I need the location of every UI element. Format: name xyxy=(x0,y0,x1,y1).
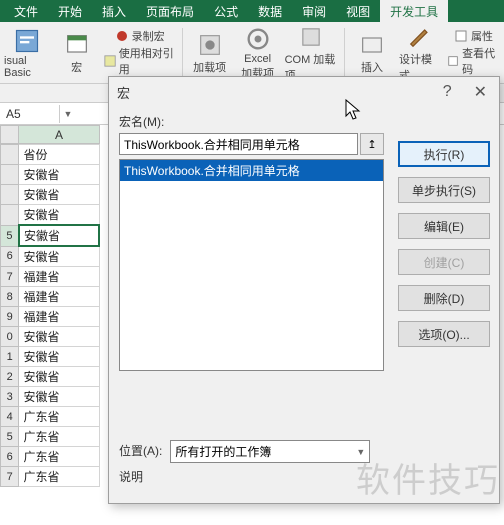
excel-addins-icon xyxy=(244,25,272,53)
macro-listbox[interactable]: ThisWorkbook.合并相同用单元格 xyxy=(119,159,384,371)
properties-button[interactable]: 属性 xyxy=(447,28,500,44)
visual-basic-label: isual Basic xyxy=(4,55,50,79)
location-select[interactable]: 所有打开的工作簿 ▼ xyxy=(170,440,370,463)
cell[interactable]: 安徽省 xyxy=(19,225,99,246)
design-mode-button[interactable]: 设计模式 xyxy=(399,23,441,83)
cell[interactable]: 安徽省 xyxy=(19,165,99,185)
macro-name-input[interactable] xyxy=(119,133,358,155)
cell[interactable]: 安徽省 xyxy=(19,205,99,226)
column-header-a[interactable]: A xyxy=(19,126,100,144)
row-header[interactable]: 7 xyxy=(1,467,19,487)
cell[interactable]: 省份 xyxy=(19,145,99,165)
row-header[interactable] xyxy=(1,165,19,185)
name-box-dropdown[interactable]: ▼ xyxy=(60,109,76,119)
excel-addins-button[interactable]: Excel 加载项 xyxy=(237,25,279,81)
row-header[interactable]: 1 xyxy=(1,347,19,367)
insert-control-button[interactable]: 插入 xyxy=(351,31,393,75)
row-header[interactable]: 0 xyxy=(1,327,19,347)
name-box[interactable]: A5 xyxy=(0,105,60,123)
cell[interactable]: 福建省 xyxy=(19,267,99,287)
row-header[interactable]: 9 xyxy=(1,307,19,327)
use-relative-ref-button[interactable]: 使用相对引用 xyxy=(104,45,176,77)
ribbon-tabs: 文件 开始 插入 页面布局 公式 数据 审阅 视图 开发工具 xyxy=(0,0,504,22)
insert-control-icon xyxy=(358,31,386,59)
description-label: 说明 xyxy=(119,468,143,485)
row-header[interactable]: 6 xyxy=(1,246,19,267)
separator xyxy=(182,28,183,78)
cell[interactable]: 广东省 xyxy=(19,407,99,427)
tab-formula[interactable]: 公式 xyxy=(204,0,248,23)
macro-label: 宏 xyxy=(71,59,82,75)
cell[interactable]: 安徽省 xyxy=(19,387,99,407)
vba-icon xyxy=(13,27,41,55)
cell[interactable]: 安徽省 xyxy=(19,367,99,387)
options-button[interactable]: 选项(O)... xyxy=(398,321,490,347)
view-code-button[interactable]: 查看代码 xyxy=(447,45,500,77)
macro-name-label: 宏名(M): xyxy=(119,113,489,130)
properties-icon xyxy=(454,29,468,43)
delete-button[interactable]: 删除(D) xyxy=(398,285,490,311)
row-header[interactable]: 8 xyxy=(1,287,19,307)
run-button[interactable]: 执行(R) xyxy=(398,141,490,167)
cell[interactable]: 安徽省 xyxy=(19,246,99,267)
separator xyxy=(344,28,345,78)
addins-label: 加载项 xyxy=(193,59,226,75)
row-header[interactable]: 3 xyxy=(1,387,19,407)
cell[interactable]: 福建省 xyxy=(19,307,99,327)
row-header[interactable]: 5 xyxy=(1,427,19,447)
relative-ref-icon xyxy=(104,54,116,68)
addins-icon xyxy=(196,31,224,59)
step-into-button[interactable]: 单步执行(S) xyxy=(398,177,490,203)
cell[interactable]: 安徽省 xyxy=(19,327,99,347)
row-header[interactable] xyxy=(1,185,19,205)
chevron-down-icon: ▼ xyxy=(356,447,365,457)
row-header[interactable]: 6 xyxy=(1,447,19,467)
record-icon xyxy=(115,29,129,43)
tab-file[interactable]: 文件 xyxy=(4,0,48,23)
row-header[interactable] xyxy=(1,205,19,226)
tab-review[interactable]: 审阅 xyxy=(292,0,336,23)
cell[interactable]: 安徽省 xyxy=(19,185,99,205)
cell[interactable]: 广东省 xyxy=(19,447,99,467)
cell[interactable]: 安徽省 xyxy=(19,347,99,367)
tab-data[interactable]: 数据 xyxy=(248,0,292,23)
help-button[interactable]: ? xyxy=(439,83,456,101)
cell[interactable]: 福建省 xyxy=(19,287,99,307)
row-header[interactable] xyxy=(1,145,19,165)
record-macro-button[interactable]: 录制宏 xyxy=(104,28,176,44)
create-button: 创建(C) xyxy=(398,249,490,275)
dialog-title: 宏 xyxy=(117,83,130,102)
macro-icon xyxy=(63,31,91,59)
row-header[interactable]: 2 xyxy=(1,367,19,387)
collapse-dialog-button[interactable]: ↥ xyxy=(360,133,384,155)
com-addins-icon xyxy=(297,23,325,51)
macro-button[interactable]: 宏 xyxy=(56,31,98,75)
tab-home[interactable]: 开始 xyxy=(48,0,92,23)
row-header[interactable]: 5 xyxy=(1,225,19,246)
ribbon-toolbar: isual Basic 宏 录制宏 使用相对引用 加载项 Excel 加载项 C… xyxy=(0,22,504,84)
addins-button[interactable]: 加载项 xyxy=(189,31,231,75)
com-addins-button[interactable]: COM 加载项 xyxy=(285,23,339,83)
location-label: 位置(A): xyxy=(119,442,162,459)
close-button[interactable]: ✕ xyxy=(470,82,491,102)
view-code-icon xyxy=(447,54,459,68)
cell[interactable]: 广东省 xyxy=(19,467,99,487)
tab-developer[interactable]: 开发工具 xyxy=(380,0,448,23)
tab-view[interactable]: 视图 xyxy=(336,0,380,23)
design-mode-icon xyxy=(406,23,434,51)
tab-layout[interactable]: 页面布局 xyxy=(136,0,204,23)
edit-button[interactable]: 编辑(E) xyxy=(398,213,490,239)
collapse-icon: ↥ xyxy=(367,138,376,151)
select-all-corner[interactable] xyxy=(1,126,19,144)
macro-dialog: 宏 ? ✕ 宏名(M): ↥ ThisWorkbook.合并相同用单元格 执行(… xyxy=(108,76,500,504)
macro-list-item[interactable]: ThisWorkbook.合并相同用单元格 xyxy=(120,160,383,181)
tab-insert[interactable]: 插入 xyxy=(92,0,136,23)
visual-basic-button[interactable]: isual Basic xyxy=(4,27,50,79)
row-header[interactable]: 7 xyxy=(1,267,19,287)
row-header[interactable]: 4 xyxy=(1,407,19,427)
cell[interactable]: 广东省 xyxy=(19,427,99,447)
